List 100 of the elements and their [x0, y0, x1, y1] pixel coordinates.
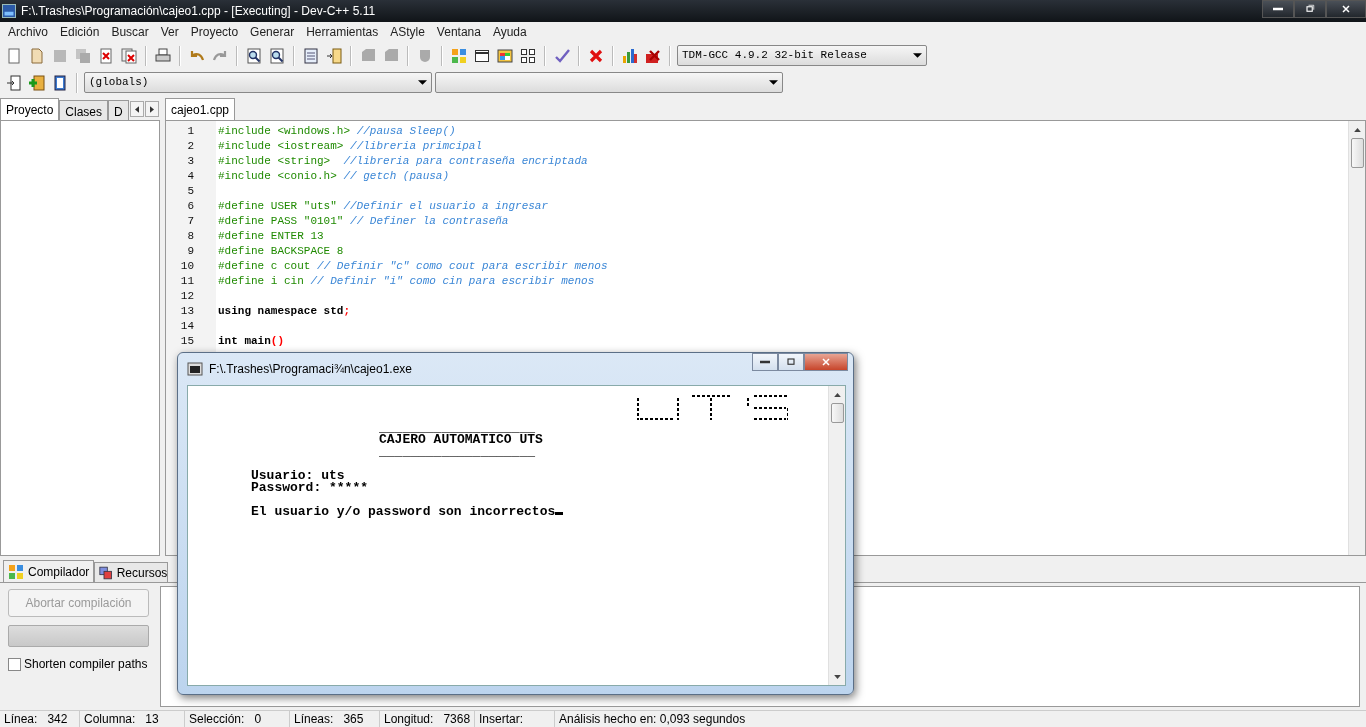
console-text: CAJERO AUTOMATICO UTS — [378, 434, 544, 446]
page-icon[interactable] — [29, 47, 45, 64]
squares-icon — [99, 564, 113, 581]
arrow-left-icon — [134, 105, 139, 113]
menu-item[interactable]: Proyecto — [184, 23, 245, 41]
scope-select[interactable]: (globals) — [84, 72, 432, 93]
scrollbar-thumb[interactable] — [1350, 138, 1364, 168]
chart-cross-icon[interactable] — [645, 47, 661, 64]
status-label: Línea: — [4, 711, 38, 727]
line-number: 1 — [186, 124, 195, 139]
editor-tab[interactable]: cajeo1.cpp — [165, 98, 236, 120]
page-cross-icon[interactable] — [98, 47, 114, 64]
search-icon[interactable] — [269, 47, 285, 64]
close-button[interactable] — [804, 353, 848, 371]
code-line: #define c cout // Definir "c" como cout para escribir menos — [218, 259, 609, 274]
scroll-right-button[interactable] — [144, 101, 159, 117]
document-arrow-icon[interactable] — [6, 74, 22, 91]
status-label: Columna: — [84, 711, 136, 727]
scroll-left-button[interactable] — [129, 101, 144, 117]
menu-item[interactable]: Generar — [244, 23, 301, 41]
code-line: #include <string> //libreria para contraseña encriptada — [218, 154, 589, 169]
console-text: Usuario: uts — [250, 470, 345, 482]
grid-icon[interactable] — [520, 47, 536, 64]
console-scrollbar[interactable] — [828, 386, 845, 685]
colored-window-icon[interactable] — [497, 47, 513, 64]
line-number: 14 — [179, 319, 195, 334]
cross-icon[interactable] — [588, 47, 604, 64]
app-logo-icon — [2, 4, 16, 18]
checkbox[interactable] — [8, 657, 21, 671]
panel-tab[interactable]: Proyecto — [0, 98, 60, 120]
menu-item[interactable]: Ver — [154, 23, 185, 41]
restore-icon — [1304, 3, 1316, 15]
bar-chart-icon[interactable] — [622, 47, 638, 64]
panel-tab[interactable]: Clases — [59, 100, 109, 120]
line-number: 12 — [179, 289, 195, 304]
text-cursor — [555, 512, 564, 515]
window-title: F:\.Trashes\Programación\cajeo1.cpp - [Executing] - Dev-C++ 5.11 — [21, 3, 376, 20]
arrow-down-icon — [833, 674, 841, 679]
menu-item[interactable]: AStyle — [384, 23, 431, 41]
dropdown-caret-icon — [418, 80, 427, 85]
scrollbar-thumb[interactable] — [830, 403, 844, 423]
panel-tab[interactable]: Compilador — [3, 560, 95, 582]
code-line: #define USER "uts" //Definir el usuario a ingresar — [218, 199, 550, 214]
line-number: 5 — [186, 184, 195, 199]
status-label: Insertar: — [479, 711, 523, 727]
console-text: ____________________ — [378, 422, 536, 434]
menu-item[interactable]: Herramientas — [300, 23, 385, 41]
arrow-up-icon — [1353, 127, 1361, 132]
minimize-button[interactable] — [752, 353, 778, 371]
console-title: F:\.Trashes\Programaci¾n\cajeo1.exe — [209, 361, 412, 378]
checkmark-icon[interactable] — [554, 47, 570, 64]
close-icon — [1340, 3, 1352, 15]
status-label: Longitud: — [384, 711, 434, 727]
status-value: 0 — [254, 711, 262, 727]
status-label: Análisis hecho en: 0,093 segundos — [559, 711, 746, 727]
function-select[interactable] — [435, 72, 783, 93]
list-page-icon[interactable] — [303, 47, 319, 64]
line-number: 3 — [186, 154, 195, 169]
code-line: using namespace std; — [218, 304, 352, 319]
panel-tab[interactable]: D — [108, 100, 129, 120]
plus-icon[interactable] — [29, 74, 45, 91]
restore-button[interactable] — [1294, 0, 1326, 18]
status-label: Selección: — [189, 711, 245, 727]
colored-grid-icon[interactable] — [451, 47, 467, 64]
indent-icon[interactable] — [326, 47, 342, 64]
line-number: 2 — [186, 139, 195, 154]
pages-cross-icon[interactable] — [121, 47, 137, 64]
line-number: 7 — [186, 214, 195, 229]
close-button[interactable] — [1326, 0, 1366, 18]
menu-item[interactable]: Ayuda — [486, 23, 533, 41]
line-number: 8 — [186, 229, 195, 244]
line-number: 15 — [179, 334, 195, 349]
menu-item[interactable]: Archivo — [2, 23, 54, 41]
line-number: 10 — [179, 259, 195, 274]
code-line: #define BACKSPACE 8 — [218, 244, 345, 259]
dropdown-caret-icon — [913, 53, 922, 58]
code-line: #include <conio.h> // getch (pausa) — [218, 169, 451, 184]
book-icon[interactable] — [52, 74, 68, 91]
panel-tab[interactable]: Recursos — [94, 562, 169, 582]
status-value: 365 — [343, 711, 364, 727]
code-line: int main() — [218, 334, 285, 349]
code-line: #include <windows.h> //pausa Sleep() — [218, 124, 457, 139]
menu-item[interactable]: Ventana — [430, 23, 487, 41]
maximize-button[interactable] — [778, 353, 804, 371]
menu-item[interactable]: Buscar — [105, 23, 155, 41]
arrow-right-icon — [149, 105, 154, 113]
blank-page-icon[interactable] — [6, 47, 22, 64]
window-icon[interactable] — [474, 47, 490, 64]
printer-icon[interactable] — [155, 47, 171, 64]
console-text: ____________________ — [378, 446, 537, 458]
checkbox-label[interactable]: Shorten compiler paths — [24, 655, 148, 673]
compiler-select[interactable]: TDM-GCC 4.9.2 32-bit Release — [677, 45, 927, 66]
line-number: 13 — [179, 304, 195, 319]
menu-item[interactable]: Edición — [54, 23, 106, 41]
line-number: 11 — [179, 274, 195, 289]
minimize-button[interactable] — [1262, 0, 1294, 18]
console-icon — [187, 361, 203, 377]
vertical-scrollbar[interactable] — [1348, 121, 1365, 555]
code-line: #include <iostream> //libreria primcipal — [218, 139, 484, 154]
search-icon[interactable] — [246, 47, 262, 64]
